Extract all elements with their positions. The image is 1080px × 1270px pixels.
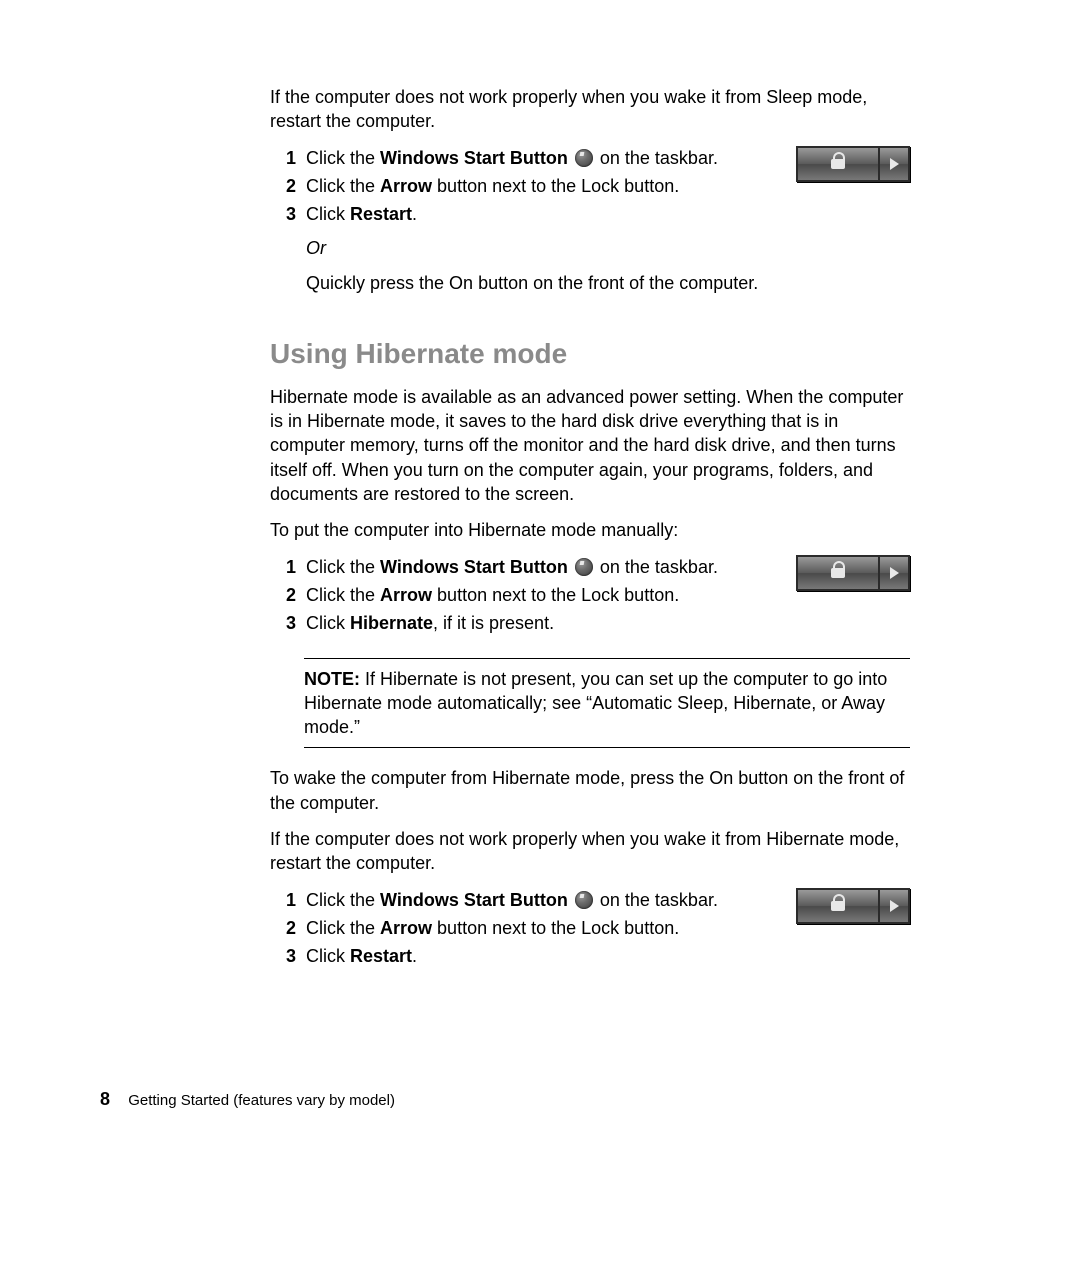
step-number: 3 — [270, 202, 296, 226]
note-label: NOTE: — [304, 669, 360, 689]
lock-icon — [831, 899, 845, 913]
step-text: Click the Windows Start Button on the ta… — [306, 146, 782, 170]
step-text: Click the Arrow button next to the Lock … — [306, 916, 782, 940]
intro-paragraph-hib: If the computer does not work properly w… — [270, 827, 910, 876]
page-footer: 8 Getting Started (features vary by mode… — [100, 1089, 395, 1110]
step-number: 1 — [270, 146, 296, 170]
page-number: 8 — [100, 1089, 110, 1109]
lock-button — [798, 148, 880, 180]
menu-arrow-button — [880, 890, 908, 922]
step-number: 2 — [270, 583, 296, 607]
step-number: 1 — [270, 888, 296, 912]
hibernate-description: Hibernate mode is available as an advanc… — [270, 385, 910, 506]
note-box: NOTE: If Hibernate is not present, you c… — [304, 658, 910, 749]
step-text: Click Restart. — [306, 944, 910, 968]
step-number: 3 — [270, 611, 296, 635]
step-number: 2 — [270, 916, 296, 940]
lock-arrow-illustration — [796, 146, 910, 182]
lock-button — [798, 557, 880, 589]
menu-arrow-button — [880, 148, 908, 180]
lock-arrow-illustration — [796, 555, 910, 591]
step-number: 1 — [270, 555, 296, 579]
intro-paragraph: If the computer does not work properly w… — [270, 85, 910, 134]
lock-icon — [831, 566, 845, 580]
step-text: Click the Windows Start Button on the ta… — [306, 555, 782, 579]
step-text: Click the Arrow button next to the Lock … — [306, 174, 782, 198]
step-text: Click Hibernate, if it is present. — [306, 611, 910, 635]
section-heading: Using Hibernate mode — [270, 335, 910, 373]
step-number: 2 — [270, 174, 296, 198]
hibernate-lead: To put the computer into Hibernate mode … — [270, 518, 910, 542]
windows-start-icon — [575, 149, 593, 167]
lock-button — [798, 890, 880, 922]
menu-arrow-button — [880, 557, 908, 589]
lock-icon — [831, 157, 845, 171]
or-instruction: Quickly press the On button on the front… — [306, 271, 910, 295]
arrow-right-icon — [890, 900, 899, 912]
step-number: 3 — [270, 944, 296, 968]
wake-instruction: To wake the computer from Hibernate mode… — [270, 766, 910, 815]
arrow-right-icon — [890, 567, 899, 579]
step-text: Click the Arrow button next to the Lock … — [306, 583, 782, 607]
note-text: If Hibernate is not present, you can set… — [304, 669, 887, 738]
lock-arrow-illustration — [796, 888, 910, 924]
step-text: Click Restart. Or Quickly press the On b… — [306, 202, 910, 295]
windows-start-icon — [575, 891, 593, 909]
footer-title: Getting Started (features vary by model) — [128, 1092, 395, 1109]
step-text: Click the Windows Start Button on the ta… — [306, 888, 782, 912]
or-label: Or — [306, 236, 910, 260]
arrow-right-icon — [890, 158, 899, 170]
windows-start-icon — [575, 558, 593, 576]
